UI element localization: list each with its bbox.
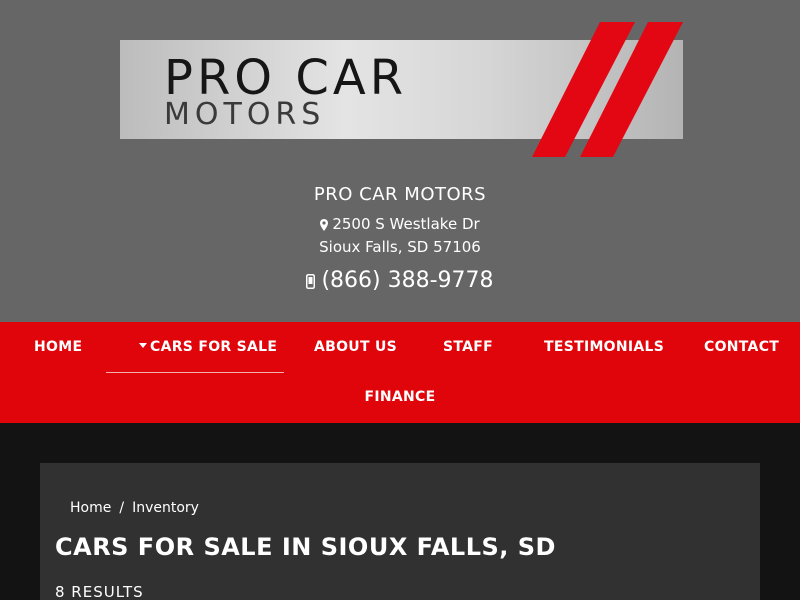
dealer-name: PRO CAR MOTORS bbox=[313, 184, 487, 205]
address-street: 2500 S Westlake Dr bbox=[332, 215, 480, 233]
logo-stripes-graphic bbox=[532, 22, 683, 157]
phone-number: (866) 388-9778 bbox=[321, 268, 494, 293]
breadcrumb-separator: / bbox=[119, 500, 125, 516]
address-line-2: Sioux Falls, SD 57106 bbox=[319, 238, 481, 256]
breadcrumb: Home / Inventory bbox=[70, 500, 199, 516]
mobile-phone-icon bbox=[306, 270, 316, 295]
dealer-address[interactable]: 2500 S Westlake Dr Sioux Falls, SD 57106 bbox=[0, 214, 800, 258]
nav-active-indicator bbox=[106, 372, 284, 373]
pro-car-motors-logo[interactable]: PRO CAR MOTORS bbox=[120, 22, 685, 157]
nav-home[interactable]: HOME bbox=[34, 339, 82, 355]
nav-about-us[interactable]: ABOUT US bbox=[314, 339, 397, 355]
dealer-phone[interactable]: (866) 388-9778 bbox=[0, 268, 800, 295]
nav-testimonials[interactable]: TESTIMONIALS bbox=[544, 339, 664, 355]
site-header: PRO CAR MOTORS PRO CAR MOTORS 2500 S Wes… bbox=[0, 0, 800, 322]
page-title: CARS FOR SALE IN SIOUX FALLS, SD bbox=[55, 533, 556, 561]
nav-cars-for-sale-label: CARS FOR SALE bbox=[150, 339, 278, 355]
breadcrumb-home-link[interactable]: Home bbox=[70, 500, 111, 516]
address-line-1: 2500 S Westlake Dr bbox=[0, 214, 800, 237]
nav-cars-for-sale[interactable]: CARS FOR SALE bbox=[139, 339, 277, 355]
nav-contact[interactable]: CONTACT bbox=[704, 339, 779, 355]
results-count: 8 RESULTS bbox=[55, 583, 144, 600]
nav-finance[interactable]: FINANCE bbox=[0, 389, 800, 405]
caret-down-icon bbox=[139, 343, 147, 348]
breadcrumb-current: Inventory bbox=[132, 500, 199, 516]
content-panel bbox=[40, 463, 760, 600]
map-pin-icon bbox=[320, 216, 329, 237]
nav-staff[interactable]: STAFF bbox=[443, 339, 493, 355]
